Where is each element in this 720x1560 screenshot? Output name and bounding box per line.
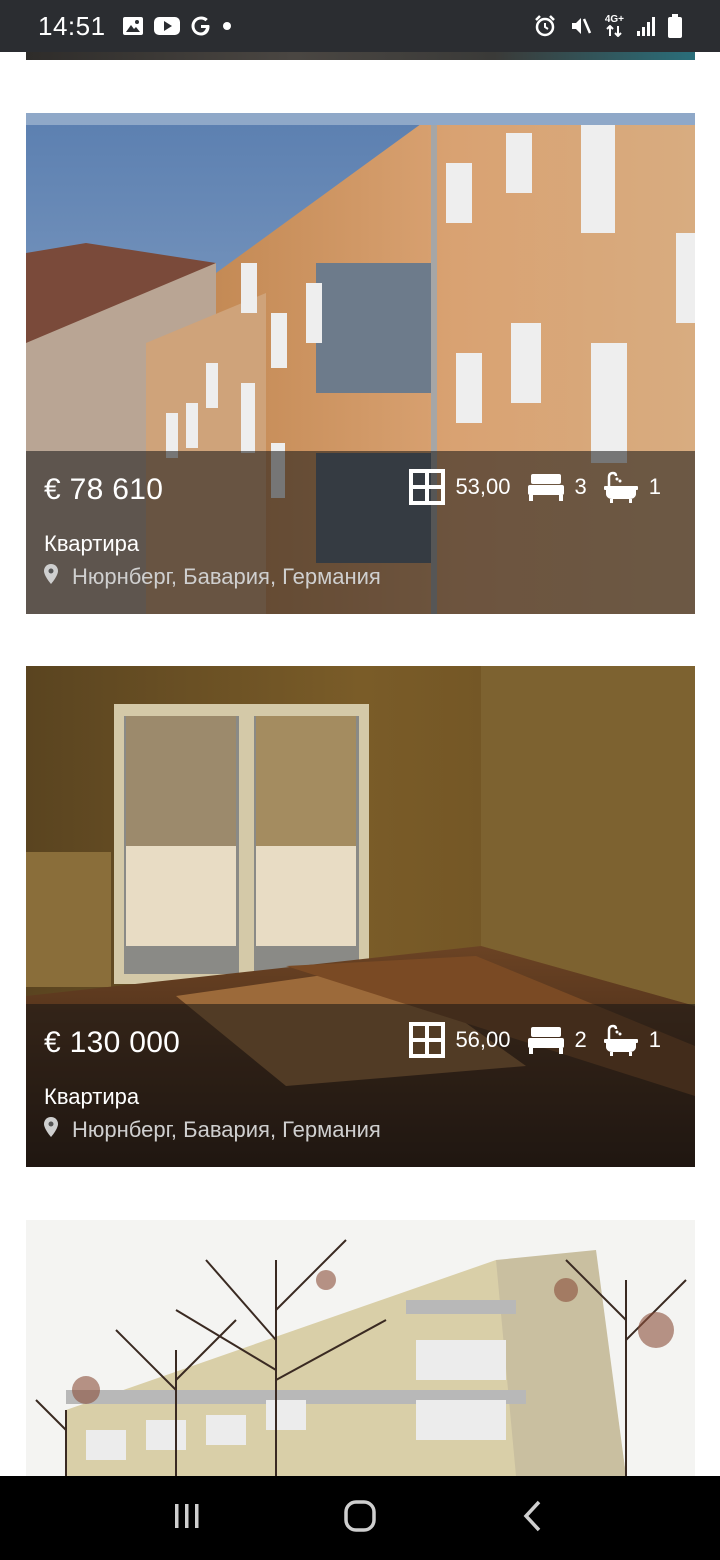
area-icon [409, 1022, 446, 1058]
listing-photo[interactable] [26, 1220, 695, 1476]
bathtub-icon [603, 1024, 639, 1056]
listing-card[interactable] [26, 1220, 695, 1476]
home-icon [343, 1499, 377, 1538]
back-icon [521, 1499, 545, 1538]
bathrooms-value: 1 [648, 1027, 661, 1052]
area-feature: 53,00 [409, 469, 511, 505]
previous-listing-image-edge[interactable] [26, 52, 695, 60]
google-icon [190, 15, 212, 37]
alarm-icon [533, 14, 557, 38]
listing-location-text: Нюрнберг, Бавария, Германия [72, 1117, 381, 1142]
recent-apps-icon [172, 1501, 202, 1536]
battery-icon [668, 14, 682, 38]
listing-price: € 78 610 [44, 473, 164, 506]
listing-info-overlay[interactable]: € 130 000 56,00 2 1 Квартира Нюрнберг, Б… [26, 1004, 695, 1167]
listing-price: € 130 000 [44, 1026, 181, 1059]
bathrooms-feature: 1 [603, 471, 661, 503]
bedrooms-value: 3 [574, 474, 587, 499]
area-icon [409, 469, 446, 505]
bedrooms-value: 2 [574, 1027, 587, 1052]
system-navigation-bar [0, 1476, 720, 1560]
listing-features: 53,00 3 1 [409, 469, 661, 505]
dot-icon [222, 21, 232, 31]
listing-location: Нюрнберг, Бавария, Германия [44, 1117, 381, 1143]
area-value: 53,00 [455, 474, 511, 499]
status-left-icons [122, 15, 232, 37]
status-time: 14:51 [38, 10, 106, 41]
status-bar: 14:51 4G+ [0, 0, 720, 52]
listing-type: Квартира [44, 531, 140, 556]
area-value: 56,00 [455, 1027, 511, 1052]
network-label: 4G+ [604, 14, 624, 25]
listing-location-text: Нюрнберг, Бавария, Германия [72, 564, 381, 589]
youtube-icon [153, 16, 180, 36]
bathrooms-feature: 1 [603, 1024, 661, 1056]
location-pin-icon [44, 564, 58, 590]
listing-type: Квартира [44, 1084, 140, 1109]
mute-icon [569, 14, 593, 38]
gallery-icon [122, 16, 144, 36]
home-button[interactable] [330, 1488, 390, 1548]
listing-info-overlay[interactable]: € 78 610 53,00 3 1 Квартира Нюрнберг, Ба… [26, 451, 695, 614]
listing-card[interactable]: € 78 610 53,00 3 1 Квартира Нюрнберг, Ба… [26, 113, 695, 614]
network-4g-icon: 4G+ [605, 15, 624, 37]
bedrooms-feature: 3 [527, 472, 587, 502]
bedrooms-feature: 2 [527, 1025, 587, 1055]
bed-icon [527, 472, 565, 502]
bed-icon [527, 1025, 565, 1055]
bathrooms-value: 1 [648, 474, 661, 499]
location-pin-icon [44, 1117, 58, 1143]
back-button[interactable] [503, 1488, 563, 1548]
recent-apps-button[interactable] [157, 1488, 217, 1548]
status-right-icons: 4G+ [533, 14, 682, 38]
area-feature: 56,00 [409, 1022, 511, 1058]
listing-card[interactable]: € 130 000 56,00 2 1 Квартира Нюрнберг, Б… [26, 666, 695, 1167]
listing-features: 56,00 2 1 [409, 1022, 661, 1058]
signal-icon [636, 15, 656, 37]
listings-scroll-area[interactable]: € 78 610 53,00 3 1 Квартира Нюрнберг, Ба… [0, 52, 720, 1476]
bathtub-icon [603, 471, 639, 503]
listing-location: Нюрнберг, Бавария, Германия [44, 564, 381, 590]
